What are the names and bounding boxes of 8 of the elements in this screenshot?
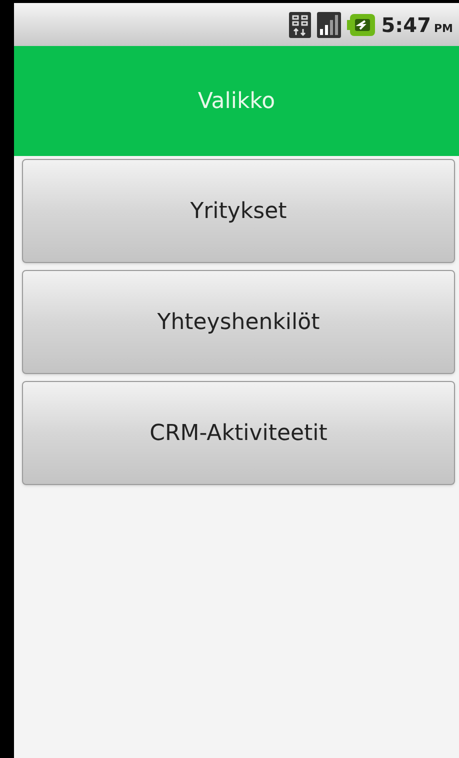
menu-button[interactable]: Yritykset bbox=[22, 159, 455, 263]
signal-icon bbox=[317, 12, 342, 38]
screen-title: Valikko bbox=[198, 88, 276, 116]
menu-button[interactable]: Yhteyshenkilöt bbox=[22, 270, 455, 374]
clock-time: 5:47 bbox=[381, 12, 431, 38]
battery-icon bbox=[347, 14, 376, 36]
clock-period: PM bbox=[434, 20, 453, 36]
menu-button[interactable]: CRM-Aktiviteetit bbox=[22, 381, 455, 485]
